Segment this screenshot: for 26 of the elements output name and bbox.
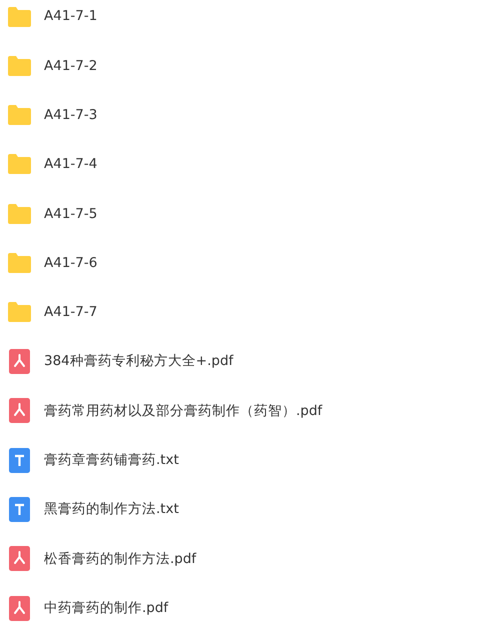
file-name[interactable]: A41-7-7 bbox=[44, 302, 98, 322]
pdf-file-icon bbox=[8, 596, 30, 621]
folder-icon bbox=[6, 56, 32, 76]
file-name[interactable]: 松香膏药的制作方法.pdf bbox=[44, 548, 196, 569]
folder-icon bbox=[6, 105, 32, 126]
file-name[interactable]: A41-7-5 bbox=[44, 204, 98, 224]
pdf-file-icon bbox=[8, 398, 30, 424]
file-name[interactable]: 384种膏药专利秘方大全+.pdf bbox=[44, 351, 234, 372]
pdf-file-icon bbox=[8, 349, 30, 374]
file-name[interactable]: A41-7-1 bbox=[44, 6, 98, 27]
file-name[interactable]: A41-7-4 bbox=[44, 154, 98, 175]
file-name[interactable]: A41-7-2 bbox=[44, 56, 98, 76]
file-name[interactable]: A41-7-3 bbox=[44, 104, 98, 126]
folder-icon bbox=[6, 302, 32, 322]
pdf-file-icon bbox=[8, 546, 30, 572]
folder-icon bbox=[6, 252, 32, 273]
folder-icon bbox=[6, 154, 32, 174]
file-name[interactable]: A41-7-6 bbox=[44, 252, 98, 274]
file-name[interactable]: 黑膏药的制作方法.txt bbox=[44, 499, 179, 520]
folder-icon bbox=[6, 204, 32, 224]
text-file-icon bbox=[8, 496, 30, 522]
file-name[interactable]: 中药膏药的制作.pdf bbox=[44, 598, 168, 618]
file-name[interactable]: 膏药常用药材以及部分膏药制作（药智）.pdf bbox=[44, 400, 322, 421]
folder-icon bbox=[6, 6, 32, 26]
text-file-icon bbox=[8, 448, 30, 473]
file-name[interactable]: 膏药章膏药铺膏药.txt bbox=[44, 450, 179, 470]
